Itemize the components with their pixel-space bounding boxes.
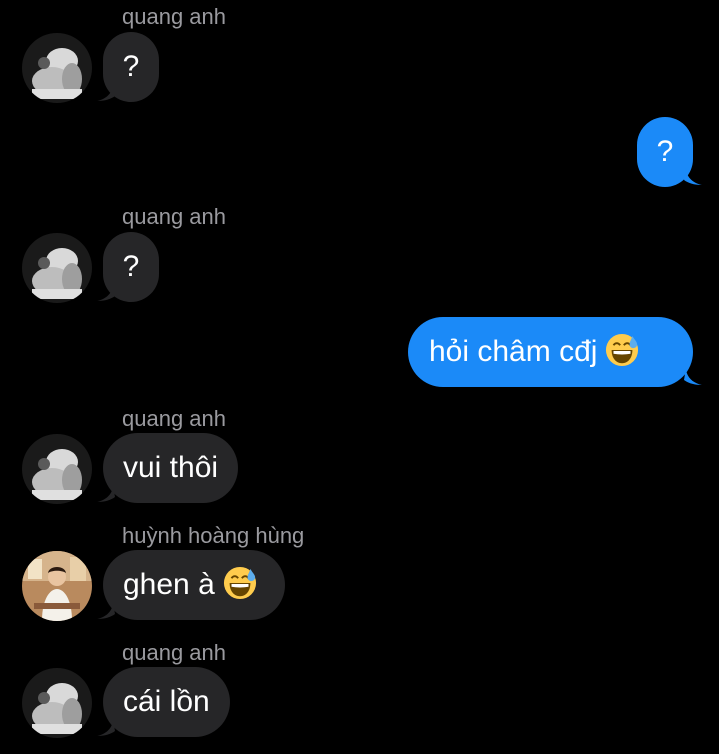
- message-text: ?: [122, 50, 140, 83]
- message-text: ghen à: [123, 568, 215, 601]
- avatar-photo-icon: [22, 233, 92, 303]
- message-text: vui thôi: [123, 451, 219, 484]
- sender-name: quang anh: [122, 640, 226, 665]
- avatar-photo-icon: [22, 668, 92, 738]
- avatar-photo-icon: [22, 33, 92, 103]
- avatar-photo-icon: [22, 434, 92, 504]
- message-text: ?: [122, 250, 140, 283]
- message-bubble-outgoing[interactable]: hỏi châm cđj: [408, 317, 693, 387]
- avatar-quang-anh[interactable]: [22, 434, 92, 504]
- message-bubble-outgoing[interactable]: ?: [637, 117, 693, 187]
- sender-name: quang anh: [122, 4, 226, 29]
- avatar-quang-anh[interactable]: [22, 233, 92, 303]
- sender-name: quang anh: [122, 406, 226, 431]
- message-bubble-incoming[interactable]: vui thôi: [103, 433, 239, 503]
- sender-name: quang anh: [122, 204, 226, 229]
- message-text: hỏi châm cđj: [429, 335, 598, 368]
- avatar-huynh-hoang-hung[interactable]: [22, 551, 92, 621]
- message-bubble-incoming[interactable]: ghen à: [103, 550, 285, 620]
- grinning-face-with-sweat-icon: [223, 566, 256, 600]
- avatar-photo-icon: [22, 551, 92, 621]
- avatar-quang-anh[interactable]: [22, 668, 92, 738]
- message-bubble-incoming[interactable]: cái lồn: [103, 667, 230, 737]
- message-text: cái lồn: [123, 685, 210, 718]
- message-bubble-incoming[interactable]: ?: [103, 32, 159, 102]
- message-bubble-incoming[interactable]: ?: [103, 232, 159, 302]
- message-text: ?: [656, 135, 674, 168]
- avatar-quang-anh[interactable]: [22, 33, 92, 103]
- grinning-face-with-sweat-icon: [606, 333, 639, 367]
- sender-name: huỳnh hoàng hùng: [122, 523, 305, 548]
